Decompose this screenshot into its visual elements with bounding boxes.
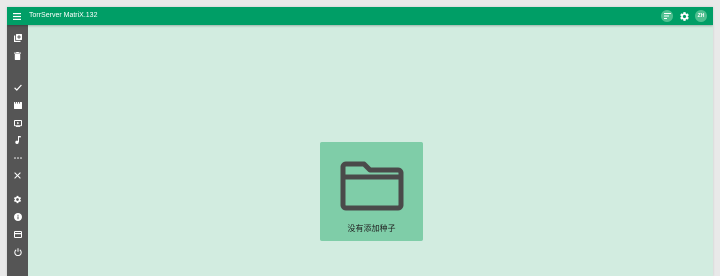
language-button[interactable]: ZH xyxy=(695,10,707,22)
more-horizontal-icon xyxy=(13,157,22,159)
library-add-icon xyxy=(13,34,22,42)
main-content: 没有添加种子 xyxy=(28,25,713,276)
power-icon xyxy=(13,248,22,256)
sort-lines-icon xyxy=(663,13,671,19)
hamburger-menu-icon xyxy=(13,12,21,20)
gear-icon xyxy=(13,195,22,203)
gear-icon xyxy=(679,11,689,21)
info-icon xyxy=(13,213,22,221)
sidebar-item-close[interactable] xyxy=(7,168,28,182)
sidebar-item-about[interactable] xyxy=(7,210,28,224)
sidebar-item-shutdown[interactable] xyxy=(7,245,28,259)
sort-button[interactable] xyxy=(661,10,673,22)
app-title: TorrServer MatriX.132 xyxy=(29,12,98,19)
sidebar-item-filter-movies[interactable] xyxy=(7,98,28,112)
sidebar-item-filter-music[interactable] xyxy=(7,133,28,147)
app-window: TorrServer MatriX.132 ZH 没有添加种子 xyxy=(7,7,713,276)
trash-icon xyxy=(14,52,21,60)
close-icon xyxy=(14,171,21,179)
empty-state-card: 没有添加种子 xyxy=(320,142,423,241)
sidebar-item-filter-other[interactable] xyxy=(7,151,28,165)
settings-button[interactable] xyxy=(678,10,690,22)
sidebar-item-filter-tv[interactable] xyxy=(7,116,28,130)
sidebar xyxy=(7,25,28,276)
credit-card-icon xyxy=(13,230,22,238)
sidebar-item-settings[interactable] xyxy=(7,192,28,206)
clapperboard-icon xyxy=(13,101,22,109)
empty-state-message: 没有添加种子 xyxy=(347,224,396,233)
music-note-icon xyxy=(14,136,21,144)
folder-icon xyxy=(340,161,404,211)
sidebar-item-filter-done[interactable] xyxy=(7,80,28,94)
tv-icon xyxy=(13,119,22,127)
sidebar-item-remove-all[interactable] xyxy=(7,49,28,63)
sidebar-item-add-torrent[interactable] xyxy=(7,31,28,45)
language-label: ZH xyxy=(697,12,705,19)
check-icon xyxy=(13,84,22,91)
menu-button[interactable] xyxy=(11,10,23,22)
sidebar-item-donate[interactable] xyxy=(7,227,28,241)
app-bar: TorrServer MatriX.132 ZH xyxy=(7,7,713,25)
